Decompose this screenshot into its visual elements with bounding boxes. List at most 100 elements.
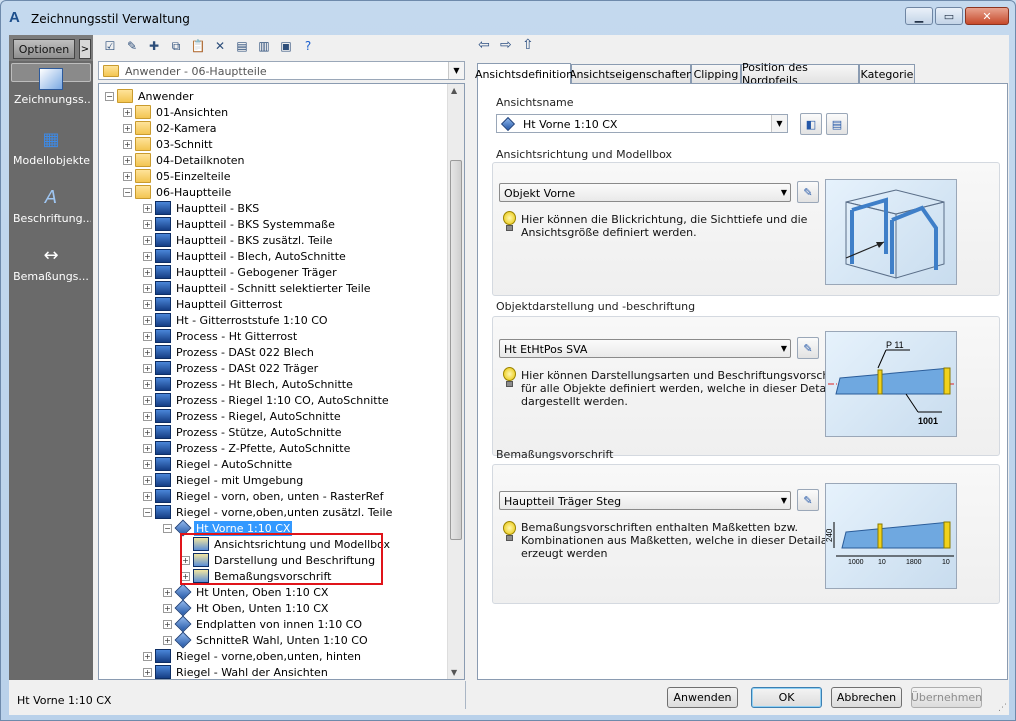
expand-icon[interactable]: + (143, 459, 152, 469)
expand-icon[interactable]: + (143, 363, 152, 373)
tree-item[interactable]: + Prozess - Ht Blech, AutoSchnitte (143, 376, 355, 392)
expand-icon[interactable]: + (143, 315, 152, 325)
tree-item[interactable]: + Hauptteil - Blech, AutoSchnitte (143, 248, 348, 264)
forward-arrow-icon[interactable]: ⇨ (500, 37, 512, 53)
expand-icon[interactable]: + (143, 667, 152, 677)
expand-icon[interactable]: + (143, 219, 152, 229)
up-arrow-icon[interactable]: ⇧ (522, 37, 534, 53)
delete-icon[interactable]: ✕ (211, 37, 229, 55)
style-tree[interactable]: − Anwender +01-Ansichten +02-Kamera +03-Schn… (98, 83, 465, 680)
expand-icon[interactable]: + (163, 587, 172, 597)
import-icon[interactable]: ▥ (255, 37, 273, 55)
tab-view-definition[interactable]: Ansichtsdefinition (475, 63, 573, 84)
edit-dimension-icon[interactable]: ✎ (797, 489, 819, 511)
tree-item[interactable]: +05-Einzelteile (123, 168, 233, 184)
edit-direction-icon[interactable]: ✎ (797, 181, 819, 203)
edit-style-icon[interactable]: ✎ (123, 37, 141, 55)
tree-filter-combo[interactable]: Anwender - 06-Hauptteile ▼ (98, 61, 465, 80)
tree-item[interactable]: +02-Kamera (123, 120, 218, 136)
new-style-icon[interactable]: ✚ (145, 37, 163, 55)
tree-item[interactable]: + Riegel - vorn, oben, unten - RasterRef (143, 488, 385, 504)
new-view-icon[interactable]: ◧ (800, 113, 822, 135)
collapse-icon[interactable]: − (163, 523, 172, 533)
tree-item[interactable]: + Riegel - mit Umgebung (143, 472, 305, 488)
resize-grip-icon[interactable]: ⋰ (998, 703, 1007, 713)
expand-icon[interactable]: + (143, 379, 152, 389)
expand-icon[interactable]: + (143, 395, 152, 405)
view-name-combo[interactable]: Ht Vorne 1:10 CX ▼ (496, 114, 788, 133)
tree-item[interactable]: + Process - Ht Gitterrost (143, 328, 299, 344)
direction-select[interactable]: Objekt Vorne ▼ (499, 183, 791, 202)
view-settings-icon[interactable]: ▤ (826, 113, 848, 135)
tree-item[interactable]: + Endplatten von innen 1:10 CO (163, 615, 364, 633)
tree-item[interactable]: + Hauptteil - BKS zusätzl. Teile (143, 232, 335, 248)
tree-item[interactable]: + Hauptteil - Schnitt selektierter Teile (143, 280, 373, 296)
tab-view-properties[interactable]: Ansichtseigenschaften (569, 64, 693, 83)
scroll-up-icon[interactable]: ▲ (451, 86, 457, 95)
tab-clipping[interactable]: Clipping (691, 64, 741, 83)
tree-item[interactable]: + Riegel - AutoSchnitte (143, 456, 294, 472)
expand-icon[interactable]: + (123, 155, 132, 165)
scroll-down-icon[interactable]: ▼ (451, 668, 457, 677)
tab-category[interactable]: Kategorie (859, 64, 915, 83)
tree-item[interactable]: + Riegel - Wahl der Ansichten (143, 664, 330, 679)
tab-north-arrow[interactable]: Position des Nordpfeils (741, 61, 859, 87)
expand-icon[interactable]: + (143, 427, 152, 437)
tree-item[interactable]: + Prozess - Riegel, AutoSchnitte (143, 408, 343, 424)
collapse-icon[interactable]: − (143, 507, 152, 517)
expand-icon[interactable]: + (123, 139, 132, 149)
expand-icon[interactable]: + (163, 619, 172, 629)
tree-item[interactable]: +04-Detailknoten (123, 152, 247, 168)
chevron-down-icon[interactable]: ▼ (448, 62, 464, 79)
chevron-down-icon[interactable]: ▼ (771, 115, 787, 132)
expand-icon[interactable]: + (143, 443, 152, 453)
export-icon[interactable]: ▤ (233, 37, 251, 55)
expand-icon[interactable]: + (143, 491, 152, 501)
leftbar-item-model-objects[interactable]: ▦ Modellobjekte (11, 125, 91, 183)
tree-item[interactable]: + Hauptteil - BKS (143, 200, 261, 216)
expand-icon[interactable]: + (143, 299, 152, 309)
expand-icon[interactable]: + (123, 171, 132, 181)
paste-icon[interactable]: 📋 (189, 37, 207, 55)
dimension-select[interactable]: Hauptteil Träger Steg ▼ (499, 491, 791, 510)
tree-item[interactable]: + Riegel - vorne,oben,unten, hinten (143, 648, 363, 664)
tree-item[interactable]: +01-Ansichten (123, 104, 230, 120)
expand-icon[interactable]: + (163, 635, 172, 645)
expand-icon[interactable]: + (143, 347, 152, 357)
expand-icon[interactable]: + (123, 107, 132, 117)
ok-button[interactable]: OK (751, 687, 822, 708)
preview-icon[interactable]: ▣ (277, 37, 295, 55)
tree-item[interactable]: + SchnitteR Wahl, Unten 1:10 CO (163, 631, 370, 649)
leftbar-item-dimensions[interactable]: ↔ Bemaßungs... (11, 241, 91, 299)
expand-icon[interactable]: + (143, 283, 152, 293)
expand-icon[interactable]: + (143, 203, 152, 213)
minimize-button[interactable]: ▁ (905, 7, 933, 25)
expand-icon[interactable]: + (163, 603, 172, 613)
close-button[interactable]: ✕ (965, 7, 1009, 25)
expand-icon[interactable]: + (143, 651, 152, 661)
tree-item[interactable]: − Anwender (105, 88, 196, 104)
tree-scrollbar[interactable]: ▲ ▼ (447, 84, 464, 679)
cancel-button[interactable]: Abbrechen (831, 687, 902, 708)
options-button[interactable]: Optionen (13, 39, 75, 59)
tree-item[interactable]: + Prozess - DASt 022 Blech (143, 344, 316, 360)
tree-item[interactable]: + Prozess - Riegel 1:10 CO, AutoSchnitte (143, 392, 391, 408)
tree-item[interactable]: + Prozess - Stütze, AutoSchnitte (143, 424, 344, 440)
collapse-icon[interactable]: − (123, 187, 132, 197)
display-select[interactable]: Ht EtHtPos SVA ▼ (499, 339, 791, 358)
expand-icon[interactable]: + (143, 267, 152, 277)
tree-item[interactable]: − Riegel - vorne,oben,unten zusätzl. Teil… (143, 504, 394, 520)
leftbar-item-drawing-styles[interactable]: Zeichnungss... (11, 63, 91, 106)
accept-button[interactable]: Übernehmen (911, 687, 982, 708)
options-expand-icon[interactable]: > (79, 39, 91, 59)
tree-item[interactable]: + Ht Oben, Unten 1:10 CX (163, 599, 330, 617)
apply-button[interactable]: Anwenden (667, 687, 738, 708)
check-icon[interactable]: ☑ (101, 37, 119, 55)
copy-icon[interactable]: ⧉ (167, 37, 185, 55)
tree-item[interactable]: + Prozess - DASt 022 Träger (143, 360, 320, 376)
expand-icon[interactable]: + (143, 475, 152, 485)
help-icon[interactable]: ? (299, 37, 317, 55)
edit-display-icon[interactable]: ✎ (797, 337, 819, 359)
expand-icon[interactable]: + (143, 235, 152, 245)
expand-icon[interactable]: + (143, 411, 152, 421)
